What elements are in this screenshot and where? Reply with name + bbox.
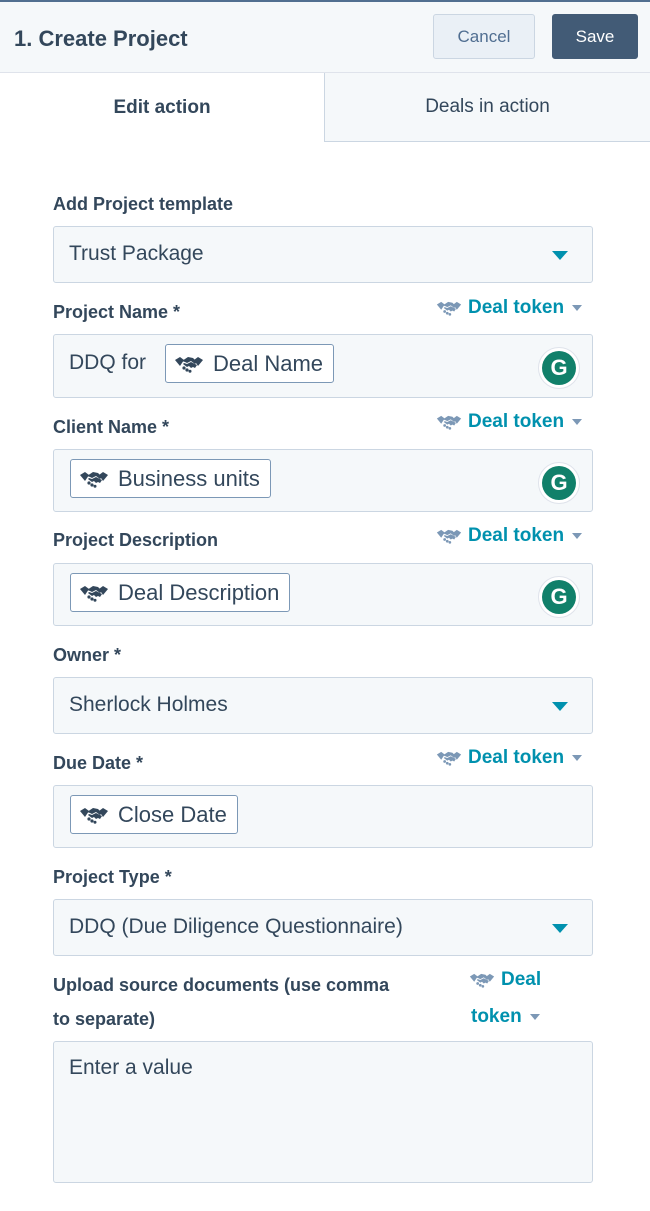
owner-select[interactable]: Sherlock Holmes xyxy=(53,677,593,734)
chevron-down-icon xyxy=(572,533,583,539)
chevron-down-icon xyxy=(572,755,583,761)
header-bar: 1. Create Project Cancel Save xyxy=(0,0,650,73)
project-name-label: Project Name * xyxy=(53,302,181,322)
template-select[interactable]: Trust Package xyxy=(53,226,593,283)
upload-label-line1: Upload source documents (use comma xyxy=(53,975,390,995)
chevron-down-icon xyxy=(552,702,568,711)
upload-label-line2: to separate) xyxy=(53,1009,156,1029)
cancel-button[interactable]: Cancel xyxy=(433,14,535,59)
project-type-select-value: DDQ (Due Diligence Questionnaire) xyxy=(69,915,403,938)
deal-name-token[interactable]: Deal Name xyxy=(165,344,335,383)
business-units-token[interactable]: Business units xyxy=(70,459,271,498)
deal-token-dropdown[interactable]: Deal token xyxy=(436,525,583,547)
deal-token-label: Deal token xyxy=(468,747,565,768)
deal-token-label: Deal token xyxy=(468,411,565,432)
handshake-icon xyxy=(174,354,204,374)
page-title: 1. Create Project xyxy=(14,26,188,51)
handshake-icon xyxy=(79,805,109,825)
client-name-field[interactable]: Business units G xyxy=(53,449,593,512)
deal-token-label-line1: Deal xyxy=(501,969,542,990)
tab-edit-action[interactable]: Edit action xyxy=(0,73,324,142)
token-label: Business units xyxy=(118,465,260,491)
template-label: Add Project template xyxy=(53,194,234,214)
project-type-select[interactable]: DDQ (Due Diligence Questionnaire) xyxy=(53,899,593,956)
owner-select-value: Sherlock Holmes xyxy=(69,693,228,716)
deal-token-label: Deal token xyxy=(468,525,565,546)
project-name-prefix: DDQ for xyxy=(69,351,147,374)
handshake-icon xyxy=(79,583,109,603)
handshake-icon xyxy=(436,527,462,545)
handshake-icon xyxy=(436,299,462,317)
handshake-icon xyxy=(469,971,495,989)
deal-token-dropdown[interactable]: Deal token xyxy=(436,411,583,433)
project-name-field[interactable]: DDQ for Deal Name G xyxy=(53,334,593,398)
handshake-icon xyxy=(79,469,109,489)
deal-token-dropdown-line2[interactable]: token xyxy=(471,1006,540,1028)
deal-token-dropdown[interactable]: Deal token xyxy=(436,747,583,769)
grammarly-icon[interactable]: G xyxy=(538,347,580,389)
grammarly-icon[interactable]: G xyxy=(538,462,580,504)
project-description-field[interactable]: Deal Description G xyxy=(53,563,593,626)
deal-token-label: Deal token xyxy=(468,297,565,318)
project-description-label: Project Description xyxy=(53,530,219,550)
project-type-label: Project Type * xyxy=(53,867,172,887)
deal-token-dropdown[interactable]: Deal xyxy=(469,969,541,991)
client-name-label: Client Name * xyxy=(53,417,170,437)
chevron-down-icon xyxy=(529,1014,540,1020)
deal-token-dropdown[interactable]: Deal token xyxy=(436,297,583,319)
handshake-icon xyxy=(436,413,462,431)
chevron-down-icon xyxy=(572,419,583,425)
template-select-value: Trust Package xyxy=(69,242,204,265)
token-label: Close Date xyxy=(118,801,227,827)
handshake-icon xyxy=(436,749,462,767)
grammarly-icon[interactable]: G xyxy=(538,576,580,618)
save-button[interactable]: Save xyxy=(552,14,638,59)
due-date-field[interactable]: Close Date xyxy=(53,785,593,848)
deal-description-token[interactable]: Deal Description xyxy=(70,573,291,612)
token-label: Deal Name xyxy=(213,350,324,376)
token-label: Deal Description xyxy=(118,579,280,605)
chevron-down-icon xyxy=(552,251,568,260)
tab-bar: Edit action Deals in action xyxy=(0,73,650,142)
tab-deals-in-action[interactable]: Deals in action xyxy=(324,73,650,142)
due-date-label: Due Date * xyxy=(53,753,144,773)
close-date-token[interactable]: Close Date xyxy=(70,795,238,834)
deal-token-label-line2: token xyxy=(471,1006,522,1027)
chevron-down-icon xyxy=(572,305,583,311)
owner-label: Owner * xyxy=(53,645,122,665)
chevron-down-icon xyxy=(552,924,568,933)
upload-source-textarea[interactable]: Enter a value xyxy=(53,1041,593,1183)
upload-placeholder: Enter a value xyxy=(69,1056,193,1079)
